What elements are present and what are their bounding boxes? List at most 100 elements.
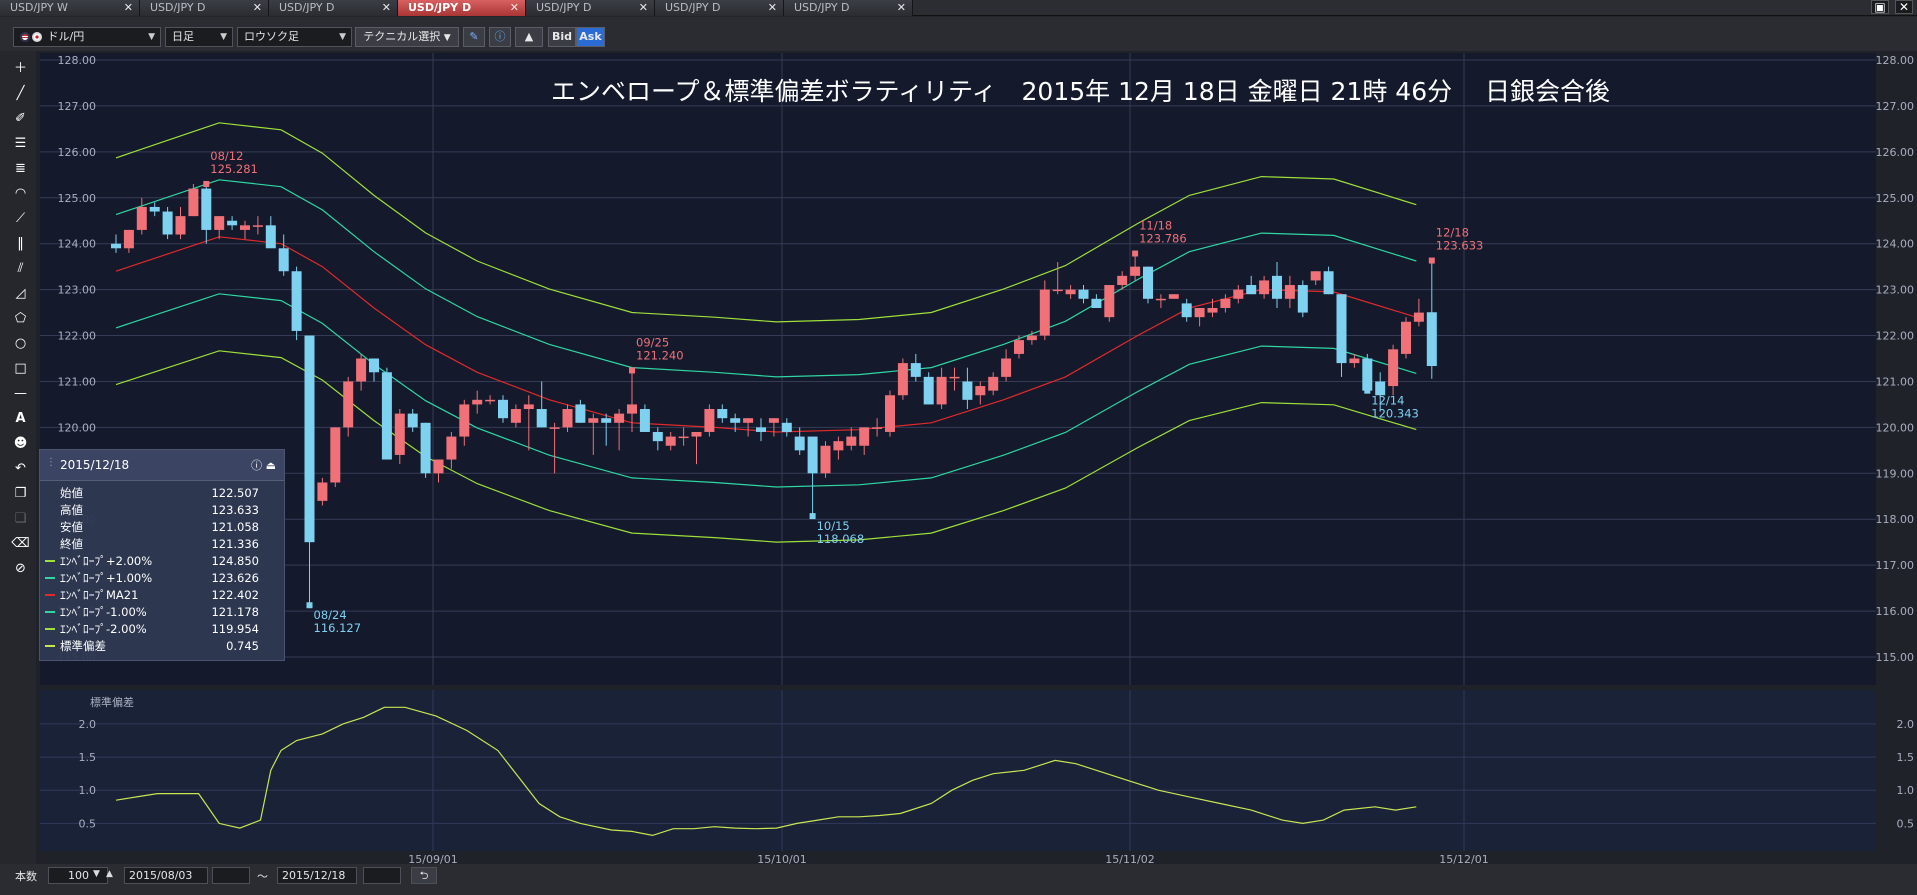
window-buttons: ▣ ✕ (1871, 0, 1913, 16)
icon-stamp-icon[interactable]: ☻ (10, 433, 31, 454)
tab-label: USD/JPY D (150, 1, 206, 14)
candle-body (717, 409, 728, 419)
candle-body (536, 409, 547, 428)
x-tick-label: 15/12/01 (1439, 853, 1488, 864)
paste-icon[interactable]: ❏ (10, 508, 31, 529)
trendline-icon[interactable]: ╱ (10, 83, 31, 104)
end-date-input[interactable]: 2015/12/18 (277, 867, 357, 884)
tab-usdjpy-d-2[interactable]: USD/JPY D ✕ (269, 0, 398, 16)
tab-usdjpy-d-active[interactable]: USD/JPY D ✕ (398, 0, 526, 16)
channel-icon[interactable]: ◿ (10, 283, 31, 304)
close-icon[interactable]: ✕ (124, 0, 133, 15)
rectangle-icon[interactable]: □ (10, 358, 31, 379)
legend-swatch (45, 577, 55, 579)
chevron-up-icon[interactable]: ▲ (106, 869, 113, 879)
candle-body (949, 376, 960, 379)
circle-icon[interactable]: ○ (10, 333, 31, 354)
tab-usdjpy-d-4[interactable]: USD/JPY D ✕ (526, 0, 655, 16)
technical-select-button[interactable]: テクニカル選択 ▼ (355, 27, 459, 47)
mountain-chart-icon[interactable]: ▲ (515, 27, 543, 47)
info-row: 安値 121.058 (40, 519, 286, 535)
candle-body (265, 225, 276, 249)
tab-bar: USD/JPY W ✕ USD/JPY D ✕ USD/JPY D ✕ USD/JPY… (0, 0, 1917, 16)
legend-swatch (45, 560, 55, 562)
annotation-date: 08/12 (210, 149, 243, 163)
tab-label: USD/JPY D (794, 1, 850, 14)
close-icon[interactable]: ✕ (510, 0, 519, 15)
candle-body (1194, 307, 1205, 318)
tab-usdjpy-d-1[interactable]: USD/JPY D ✕ (140, 0, 269, 16)
candle-body (614, 413, 625, 423)
y-tick-label: 124.00 (58, 238, 97, 251)
candle-body (317, 482, 328, 501)
chevron-down-icon[interactable]: ▼ (93, 869, 100, 879)
chart-type-select[interactable]: ロウソク足 ▼ (237, 27, 352, 47)
chart-area[interactable]: 128.00 127.00 126.00 125.00 124.00 123.00 122.… (36, 51, 1917, 864)
timeframe-select[interactable]: 日足 ▼ (165, 27, 233, 47)
candle-body (1349, 358, 1360, 364)
candle-body (523, 404, 534, 410)
extreme-marker (1132, 250, 1139, 257)
fib-fan-icon[interactable]: ⟋ (10, 208, 31, 229)
close-icon[interactable]: ✕ (768, 0, 777, 15)
candle-body (1078, 289, 1089, 299)
panel-controls[interactable]: ⓘ ⏏ (251, 457, 276, 473)
ask-button[interactable]: Ask (576, 27, 605, 47)
symbol-select[interactable]: ドル/円 ▼ (13, 27, 161, 47)
close-window-icon[interactable]: ✕ (1895, 0, 1913, 14)
tab-usdjpy-d-5[interactable]: USD/JPY D ✕ (655, 0, 784, 16)
refresh-icon[interactable]: ⮌ (411, 867, 437, 884)
ruler-icon[interactable]: ✐ (10, 108, 31, 129)
maximize-icon[interactable]: ▣ (1871, 0, 1889, 14)
info-value: 121.178 (211, 605, 259, 619)
chart-title: エンベロープ＆標準偏差ボラティリティ 2015年 12月 18日 金曜日 21時… (551, 77, 1610, 106)
close-icon[interactable]: ✕ (253, 0, 262, 15)
fib-arc-icon[interactable]: ◠ (10, 183, 31, 204)
bid-button[interactable]: Bid (548, 27, 576, 47)
close-icon[interactable]: ✕ (639, 0, 648, 15)
candle-body (1220, 298, 1231, 308)
tab-usdjpy-d-6[interactable]: USD/JPY D ✕ (784, 0, 913, 16)
horizontal-lines-icon[interactable]: ☰ (10, 133, 31, 154)
candle-body (1259, 280, 1270, 295)
close-icon[interactable]: ✕ (897, 0, 906, 15)
fib-time-icon[interactable]: ‖ (10, 233, 31, 254)
candle-body (846, 436, 857, 446)
candle-body (872, 427, 883, 429)
info-panel-header[interactable]: ⋮ 2015/12/18 ⓘ ⏏ (40, 450, 284, 481)
candle-body (639, 409, 650, 432)
annotation-date: 10/15 (817, 519, 850, 533)
copy-icon[interactable]: ❐ (10, 483, 31, 504)
start-date-input[interactable]: 2015/08/03 (124, 867, 208, 884)
sub-tick-label: 2.0 (1897, 718, 1915, 731)
eraser-icon[interactable]: ⌫ (10, 533, 31, 554)
info-value: 123.626 (211, 571, 259, 585)
candle-body (356, 358, 367, 382)
annotation-value: 123.633 (1436, 239, 1484, 253)
crosshair-icon[interactable]: ＋ (10, 58, 31, 79)
candle-body (1143, 266, 1153, 299)
undo-icon[interactable]: ↶ (10, 458, 31, 479)
start-time-input[interactable] (212, 867, 250, 884)
fibonacci-icon[interactable]: ≣ (10, 158, 31, 179)
candle-body (1401, 321, 1411, 354)
sub-tick-label: 1.0 (79, 784, 97, 797)
pentagon-icon[interactable]: ⬠ (10, 308, 31, 329)
candle-body (394, 413, 405, 455)
info-icon[interactable]: ⓘ (489, 27, 511, 47)
y-tick-label: 127.00 (1876, 100, 1915, 113)
count-label: 本数 (15, 870, 37, 883)
drag-handle-icon[interactable]: ⋮ (46, 457, 56, 468)
text-icon[interactable]: A (10, 408, 31, 429)
chart-type-value: ロウソク足 (244, 30, 299, 43)
horizontal-line-icon[interactable]: — (10, 383, 31, 404)
tab-usdjpy-w[interactable]: USD/JPY W ✕ (0, 0, 140, 16)
close-icon[interactable]: ✕ (382, 0, 391, 15)
annotation-date: 12/18 (1436, 226, 1469, 240)
info-date: 2015/12/18 (60, 458, 130, 472)
erase-all-icon[interactable]: ⊘ (10, 558, 31, 579)
tab-label: USD/JPY D (408, 1, 472, 14)
end-time-input[interactable] (363, 867, 401, 884)
pencil-icon[interactable]: ✎ (463, 27, 485, 47)
gann-fan-icon[interactable]: ⫽ (10, 258, 31, 279)
